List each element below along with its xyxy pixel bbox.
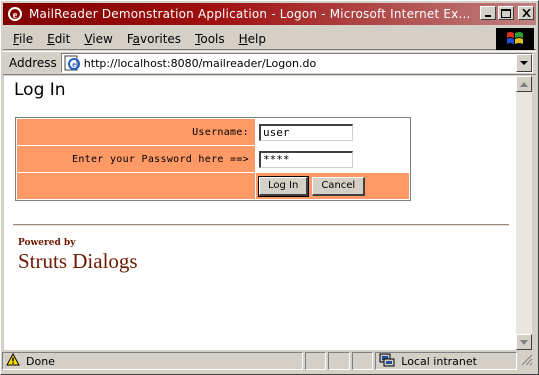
scroll-down-button[interactable] <box>516 334 532 350</box>
button-cell: Log In Cancel <box>256 173 409 199</box>
intranet-icon <box>379 353 395 370</box>
menu-view[interactable]: View <box>77 32 119 46</box>
minimize-button[interactable] <box>480 6 496 20</box>
username-field[interactable]: user <box>259 123 353 141</box>
button-row: Log In Cancel <box>17 173 409 199</box>
status-zone-pane: Local intranet <box>375 352 518 370</box>
password-cell: **** <box>256 146 409 172</box>
close-button[interactable] <box>518 6 534 20</box>
powered-by-label: Powered by <box>18 238 76 248</box>
status-text: Done <box>26 354 55 368</box>
menu-favorites[interactable]: Favorites <box>120 32 188 46</box>
username-cell: user <box>256 119 409 145</box>
status-pane-1 <box>304 352 327 370</box>
username-row: Username: user <box>17 119 409 145</box>
username-label: Username: <box>17 119 255 145</box>
address-bar: Address e http://localhost:8080/mailread… <box>3 51 536 75</box>
resize-grip-icon[interactable] <box>521 354 535 368</box>
button-row-spacer <box>17 173 255 199</box>
brand-link[interactable]: Struts Dialogs <box>18 249 138 274</box>
status-main-pane: Done <box>2 352 303 370</box>
window-title: MailReader Demonstration Application - L… <box>29 7 471 21</box>
password-label: Enter your Password here ==> <box>17 146 255 172</box>
menu-help[interactable]: Help <box>232 32 273 46</box>
maximize-button[interactable] <box>498 6 514 20</box>
arrow-down-icon <box>520 339 528 345</box>
address-input[interactable]: e http://localhost:8080/mailreader/Logon… <box>60 53 533 73</box>
password-field[interactable]: **** <box>259 150 353 168</box>
scroll-up-button[interactable] <box>516 76 532 92</box>
zone-text: Local intranet <box>401 354 477 368</box>
logon-form: Username: user Enter your Password here … <box>15 117 411 201</box>
title-bar[interactable]: e MailReader Demonstration Application -… <box>3 3 536 25</box>
minimize-icon <box>485 15 491 17</box>
svg-text:e: e <box>72 60 76 69</box>
ie-logo-icon: e <box>7 6 23 22</box>
maximize-icon <box>501 8 511 18</box>
svg-text:e: e <box>13 10 18 21</box>
page-title: Log In <box>14 80 66 100</box>
arrow-up-icon <box>520 81 528 87</box>
menu-file[interactable]: File <box>3 32 40 46</box>
menu-edit[interactable]: Edit <box>40 32 77 46</box>
password-row: Enter your Password here ==> **** <box>17 146 409 172</box>
status-pane-2 <box>328 352 350 370</box>
status-bar: Done Local intranet <box>2 351 535 371</box>
status-pane-3 <box>351 352 374 370</box>
address-dropdown-button[interactable] <box>515 54 532 72</box>
menu-tools[interactable]: Tools <box>188 32 232 46</box>
warning-icon <box>6 352 20 369</box>
address-label: Address <box>9 56 57 70</box>
vertical-scrollbar[interactable] <box>516 76 532 350</box>
login-button[interactable]: Log In <box>257 175 310 197</box>
close-icon <box>521 9 531 17</box>
page-icon: e <box>64 55 80 71</box>
menu-bar: File Edit View Favorites Tools Help <box>3 28 536 50</box>
windows-logo-icon <box>496 28 534 50</box>
address-url: http://localhost:8080/mailreader/Logon.d… <box>83 56 317 70</box>
page-content: Log In Username: user Enter your Passwor… <box>4 76 516 350</box>
chevron-down-icon <box>519 60 528 65</box>
divider <box>13 224 509 226</box>
cancel-button[interactable]: Cancel <box>312 176 366 196</box>
